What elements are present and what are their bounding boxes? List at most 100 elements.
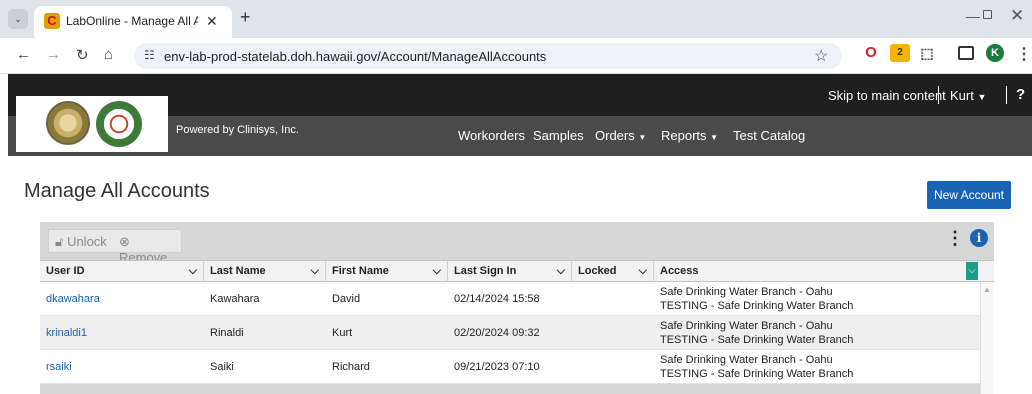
chevron-down-icon[interactable]: ⌵: [639, 261, 647, 282]
home-icon[interactable]: ⌂: [104, 46, 113, 63]
table-row[interactable]: krinaldi1 Rinaldi Kurt 02/20/2024 09:32 …: [40, 316, 980, 350]
skip-to-main-link[interactable]: Skip to main content: [828, 88, 946, 103]
new-tab-icon[interactable]: +: [240, 7, 251, 28]
access-line: Safe Drinking Water Branch - Oahu: [660, 286, 833, 298]
help-link[interactable]: ?: [1016, 86, 1025, 103]
locked-cell: [572, 350, 578, 384]
last-name-cell: Rinaldi: [210, 327, 244, 339]
browser-menu-icon[interactable]: ⋮: [1016, 44, 1032, 64]
last-name-cell: Saiki: [210, 361, 234, 373]
profile-avatar[interactable]: K: [986, 44, 1004, 62]
site-info-icon[interactable]: ☷: [144, 48, 155, 62]
column-header-locked[interactable]: Locked ⌵: [572, 261, 654, 283]
bookmark-star-icon[interactable]: ☆: [814, 46, 828, 66]
page-title: Manage All Accounts: [24, 180, 210, 202]
column-label: User ID: [46, 265, 85, 277]
divider: [1006, 86, 1007, 104]
first-name-cell: Richard: [332, 361, 370, 373]
lock-icon: 🔓︎: [55, 234, 64, 249]
column-header-last-sign-in[interactable]: Last Sign In ⌵: [448, 261, 572, 283]
state-seal-logo: [46, 101, 90, 145]
access-cell: Safe Drinking Water Branch - Oahu TESTIN…: [654, 316, 853, 350]
tab-title: LabOnline - Manage All Accoun: [66, 14, 198, 28]
column-label: First Name: [332, 265, 389, 277]
minimize-icon[interactable]: —: [966, 8, 980, 24]
chevron-down-icon[interactable]: ⌵: [433, 261, 441, 282]
user-id-link[interactable]: rsaiki: [40, 350, 72, 384]
last-sign-in-cell: 02/14/2024 15:58: [454, 293, 540, 305]
column-header-access[interactable]: Access: [654, 261, 994, 283]
column-label: Access: [660, 265, 699, 277]
nav-workorders[interactable]: Workorders: [458, 128, 525, 143]
scroll-up-icon[interactable]: ▲: [983, 285, 991, 294]
divider: [938, 86, 939, 104]
first-name-cell: David: [332, 293, 361, 305]
tab-search-icon[interactable]: ⌄: [8, 9, 28, 29]
column-header-last-name[interactable]: Last Name ⌵: [204, 261, 326, 283]
last-sign-in-cell: 02/20/2024 09:32: [454, 327, 540, 339]
new-account-button[interactable]: New Account: [927, 181, 1011, 209]
opera-extension-icon[interactable]: O: [862, 44, 880, 62]
nav-samples[interactable]: Samples: [533, 128, 584, 143]
column-header-user-id[interactable]: User ID ⌵: [40, 261, 204, 283]
column-label: Last Name: [210, 265, 266, 277]
access-line: TESTING - Safe Drinking Water Branch: [660, 300, 854, 312]
user-name: Kurt: [950, 88, 974, 103]
tab-close-icon[interactable]: ✕: [206, 13, 218, 30]
table-row[interactable]: rsaiki Saiki Richard 09/21/2023 07:10 Sa…: [40, 350, 980, 384]
column-header-first-name[interactable]: First Name ⌵: [326, 261, 448, 283]
unlock-label: Unlock: [67, 234, 107, 249]
window-close-icon[interactable]: ✕: [1010, 6, 1024, 26]
access-line: TESTING - Safe Drinking Water Branch: [660, 334, 854, 346]
access-line: Safe Drinking Water Branch - Oahu: [660, 320, 833, 332]
tab-favicon: C: [44, 13, 60, 29]
browser-tab-strip: ⌄ C LabOnline - Manage All Accoun ✕ + — …: [0, 0, 1032, 38]
reload-icon[interactable]: ↻: [76, 46, 89, 64]
user-id-link[interactable]: krinaldi1: [40, 316, 87, 350]
chevron-down-icon[interactable]: ⌵: [557, 261, 565, 282]
table-row[interactable]: dkawahara Kawahara David 02/14/2024 15:5…: [40, 282, 980, 316]
column-label: Last Sign In: [454, 265, 517, 277]
user-menu[interactable]: Kurt ▼: [950, 88, 986, 103]
extensions-puzzle-icon[interactable]: ⬚: [918, 44, 936, 62]
caret-down-icon: ▼: [977, 92, 987, 102]
grid-toolbar: 🔓︎ Unlock ⊗ Remove ⋮ i: [40, 222, 994, 265]
powered-by-text: Powered by Clinisys, Inc.: [176, 124, 299, 136]
chevron-down-icon[interactable]: ⌵: [311, 261, 319, 282]
logo-area: [16, 96, 168, 152]
locked-cell: [572, 316, 578, 350]
last-sign-in-cell: 09/21/2023 07:10: [454, 361, 540, 373]
caret-down-icon: ▼: [638, 133, 647, 142]
nav-orders-label: Orders: [595, 128, 635, 143]
column-chooser-icon[interactable]: ⌵: [966, 262, 978, 280]
grid-options-icon[interactable]: ⋮: [946, 228, 964, 249]
locked-cell: [572, 282, 578, 316]
access-line: TESTING - Safe Drinking Water Branch: [660, 368, 854, 380]
access-cell: Safe Drinking Water Branch - Oahu TESTIN…: [654, 282, 853, 316]
restore-icon[interactable]: [983, 10, 992, 19]
caret-down-icon: ▼: [710, 133, 719, 142]
browser-tab[interactable]: C LabOnline - Manage All Accoun ✕: [34, 6, 232, 38]
nav-reports-label: Reports: [661, 128, 707, 143]
grid-header-row: User ID ⌵ Last Name ⌵ First Name ⌵ Last Sig…: [40, 260, 994, 283]
unlock-button[interactable]: 🔓︎ Unlock: [55, 234, 107, 250]
info-icon[interactable]: i: [970, 229, 988, 247]
back-icon[interactable]: ←: [16, 46, 31, 63]
address-bar[interactable]: ☷ env-lab-prod-statelab.doh.hawaii.gov/A…: [134, 43, 842, 69]
user-id-link[interactable]: dkawahara: [40, 282, 100, 316]
access-cell: Safe Drinking Water Branch - Oahu TESTIN…: [654, 350, 853, 384]
chevron-down-icon[interactable]: ⌵: [189, 261, 197, 282]
url-text[interactable]: env-lab-prod-statelab.doh.hawaii.gov/Acc…: [164, 49, 546, 64]
last-name-cell: Kawahara: [210, 293, 260, 305]
grid-action-group: 🔓︎ Unlock ⊗ Remove: [48, 229, 182, 265]
side-panel-icon[interactable]: [958, 46, 974, 60]
column-label: Locked: [578, 265, 617, 277]
grid-scrollbar[interactable]: ▲: [980, 282, 994, 394]
nav-reports[interactable]: Reports ▼: [661, 128, 718, 143]
nav-orders[interactable]: Orders ▼: [595, 128, 646, 143]
forward-icon[interactable]: →: [46, 46, 61, 63]
nav-test-catalog[interactable]: Test Catalog: [733, 128, 805, 143]
access-line: Safe Drinking Water Branch - Oahu: [660, 354, 833, 366]
accounts-grid: 🔓︎ Unlock ⊗ Remove ⋮ i User ID ⌵ Last Nam…: [40, 222, 994, 394]
extension-badge-icon[interactable]: 2: [890, 44, 910, 62]
